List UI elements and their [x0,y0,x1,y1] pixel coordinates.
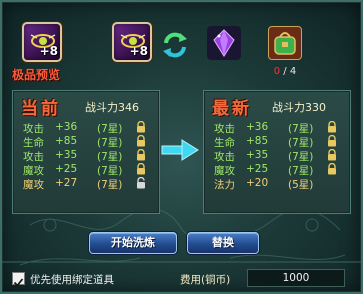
attribute-row: 生命 +85 (7星) [204,135,350,149]
current-power-label: 战斗力 [85,101,118,114]
material-count-separator: / [280,66,290,77]
current-enhance-level: +8 [129,44,148,58]
lock-icon [328,121,336,133]
lock-icon [328,135,336,147]
preview-enhance-level: +8 [39,44,58,58]
attribute-row: 攻击 +36 (7星) [13,121,159,135]
attribute-row: 魔攻 +25 (7星) [13,163,159,177]
latest-panel-title: 最新 [212,99,252,119]
latest-attribute-list: 攻击 +36 (7星) 生命 +85 (7星) 攻击 +35 (7星) 魔攻 +… [204,121,350,191]
attribute-row: 攻击 +35 (7星) [13,149,159,163]
attribute-name: 魔攻 [23,179,44,191]
latest-power-value: 330 [305,101,326,114]
prefer-bound-checkbox[interactable] [12,272,25,287]
unlock-icon[interactable] [135,177,147,189]
preview-item-slot[interactable]: +8 [22,22,62,62]
attribute-star: (7星) [97,123,123,135]
attribute-value: +36 [246,121,269,133]
replace-button[interactable]: 替换 [187,232,259,254]
attribute-name: 攻击 [23,123,44,135]
material-count: 0 / 4 [268,66,302,77]
cost-label: 费用(铜币) [180,274,231,286]
lock-icon [328,163,336,175]
current-power: 战斗力346 [85,99,139,115]
attribute-value: +85 [246,135,269,147]
lock-icon[interactable] [135,149,147,161]
attribute-name: 魔攻 [214,165,235,177]
current-panel-title: 当前 [21,99,61,119]
lock-icon[interactable] [135,163,147,175]
latest-attributes-panel: 最新 战斗力330 攻击 +36 (7星) 生命 +85 (7星) 攻击 +35… [203,90,351,214]
lock-icon[interactable] [135,135,147,147]
attribute-row: 攻击 +36 (7星) [204,121,350,135]
current-item-slot[interactable]: +8 [112,22,152,62]
attribute-value: +35 [55,149,78,161]
premium-preview-label[interactable]: 极品预览 [12,66,72,83]
attribute-star: (7星) [97,151,123,163]
check-icon [13,278,24,287]
attribute-row: 魔攻 +27 (7星) [13,177,159,191]
attribute-star: (7星) [97,137,123,149]
attribute-star: (5星) [288,179,314,191]
current-attribute-list: 攻击 +36 (7星) 生命 +85 (7星) 攻击 +35 (7星) 魔攻 +… [13,121,159,191]
attribute-row: 法力 +20 (5星) [204,177,350,191]
attribute-name: 生命 [214,137,235,149]
attribute-name: 攻击 [214,123,235,135]
latest-power: 战斗力330 [272,99,326,115]
lock-icon[interactable] [135,121,147,133]
attribute-star: (7星) [288,151,314,163]
attribute-name: 法力 [214,179,235,191]
attribute-star: (7星) [97,179,123,191]
refresh-cycle-icon[interactable] [160,30,190,60]
attribute-row: 生命 +85 (7星) [13,135,159,149]
attribute-value: +20 [246,177,269,189]
attribute-row: 魔攻 +25 (7星) [204,163,350,177]
current-power-value: 346 [118,101,139,114]
start-refine-button[interactable]: 开始洗炼 [89,232,177,254]
purple-crystal-icon[interactable] [207,26,241,60]
material-bag-slot[interactable] [268,26,302,60]
material-count-total: 4 [289,66,297,77]
attribute-name: 生命 [23,137,44,149]
attribute-value: +27 [55,177,78,189]
latest-power-label: 战斗力 [272,101,305,114]
lock-icon [328,149,336,161]
attribute-value: +25 [55,163,78,175]
right-arrow-icon [161,139,199,161]
attribute-value: +36 [55,121,78,133]
attribute-star: (7星) [97,165,123,177]
attribute-value: +25 [246,163,269,175]
current-attributes-panel: 当前 战斗力346 攻击 +36 (7星) 生命 +85 (7星) 攻击 +35… [12,90,160,214]
attribute-star: (7星) [288,165,314,177]
attribute-row: 攻击 +35 (7星) [204,149,350,163]
attribute-name: 攻击 [23,151,44,163]
prefer-bound-label[interactable]: 优先使用绑定道具 [30,272,114,287]
attribute-star: (7星) [288,137,314,149]
attribute-value: +35 [246,149,269,161]
attribute-name: 魔攻 [23,165,44,177]
attribute-name: 攻击 [214,151,235,163]
attribute-value: +85 [55,135,78,147]
cost-value: 1000 [247,269,345,287]
attribute-star: (7星) [288,123,314,135]
green-bag-icon [274,32,296,55]
